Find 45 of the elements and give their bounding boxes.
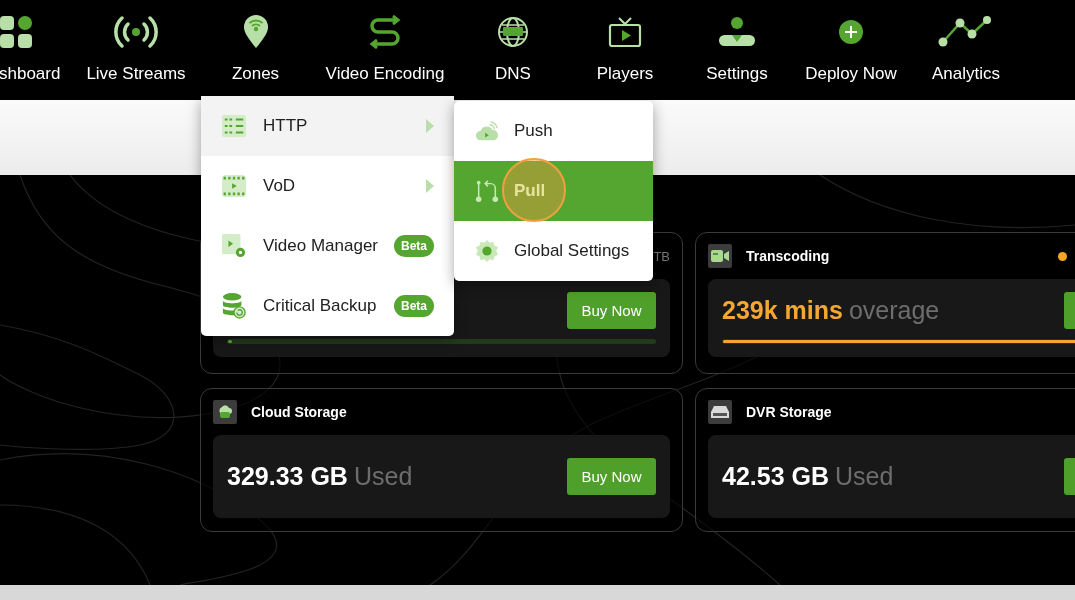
menu-item[interactable]: Global Settings <box>454 221 653 281</box>
user-icon <box>717 16 757 48</box>
usage-amount: 239k mins <box>722 296 843 324</box>
nav-item[interactable]: Live Streams <box>74 0 198 100</box>
usage-unit: Used <box>835 462 894 490</box>
card-title: Transcoding <box>746 248 831 264</box>
cloud-icon <box>217 405 233 419</box>
plus-circle-icon <box>838 19 864 45</box>
nav-item[interactable]: shboard <box>0 0 74 100</box>
tv-icon <box>608 16 642 48</box>
gear-icon <box>475 238 499 264</box>
cloud-icon <box>475 120 499 142</box>
menu-item[interactable]: Critical Backup Beta <box>201 276 454 336</box>
nav-item[interactable]: Deploy Now <box>793 0 909 100</box>
globe-icon <box>497 16 529 48</box>
card-header-text: TB <box>653 248 670 264</box>
card-title: Cloud Storage <box>251 404 348 420</box>
swap-arrows-icon <box>368 15 402 49</box>
beta-badge: Beta <box>394 295 434 317</box>
menu-item[interactable]: VoD <box>201 156 454 216</box>
video-camera-icon <box>711 250 729 262</box>
usage-amount: 42.53 GB <box>722 462 829 490</box>
menu-item[interactable]: Push <box>454 101 653 161</box>
pull-request-icon <box>475 178 499 204</box>
grid-icon <box>0 15 33 49</box>
beta-badge: Beta <box>394 235 434 257</box>
video-settings-icon <box>222 233 246 259</box>
menu-item[interactable]: Video Manager Beta <box>201 216 454 276</box>
usage-amount: 329.33 GB <box>227 462 348 490</box>
location-pin-icon <box>242 15 269 49</box>
hard-drive-icon <box>711 406 729 418</box>
usage-unit: Used <box>353 462 413 490</box>
server-icon <box>222 114 246 138</box>
nav-item[interactable]: Players <box>569 0 681 100</box>
card-title: DVR Storage <box>746 404 833 420</box>
line-chart-icon <box>938 16 994 48</box>
database-icon <box>222 292 246 320</box>
broadcast-icon <box>114 15 158 49</box>
nav-item[interactable]: Analytics <box>909 0 1023 100</box>
menu-item[interactable]: HTTP <box>201 96 454 156</box>
film-icon <box>222 174 246 198</box>
nav-item[interactable]: DNS <box>457 0 569 100</box>
usage-unit: overage <box>848 296 940 324</box>
nav-item[interactable]: Settings <box>681 0 793 100</box>
click-highlight <box>502 158 566 222</box>
